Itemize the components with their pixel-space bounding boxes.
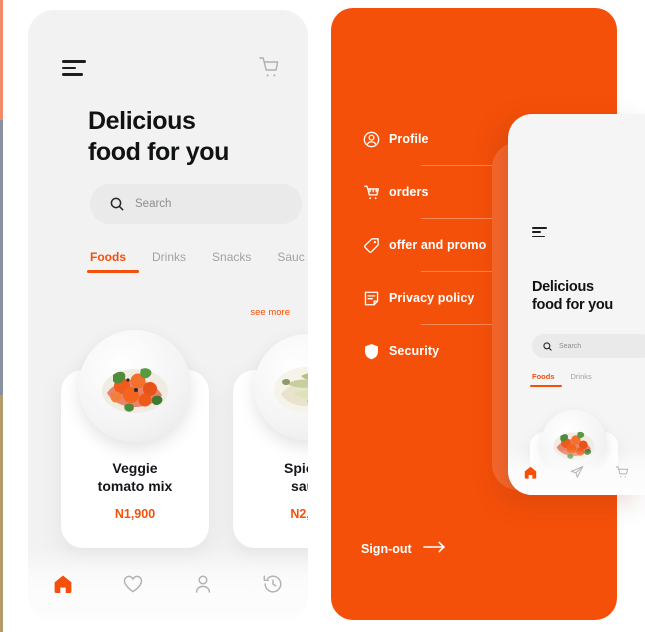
left-phone-screen: Delicious food for you Search Foods Drin… bbox=[28, 10, 308, 620]
food-card-name-line2: tomato mix bbox=[97, 477, 173, 494]
cart-icon bbox=[615, 465, 629, 477]
menu-item-label: Privacy policy bbox=[389, 291, 475, 305]
cart-icon[interactable] bbox=[258, 56, 280, 80]
home-icon bbox=[525, 466, 537, 479]
tab-snacks[interactable]: Snacks bbox=[212, 250, 251, 273]
category-tabs: Foods Drinks Snacks Sauc bbox=[87, 250, 308, 273]
menu-item-label: offer and promo bbox=[389, 238, 487, 252]
food-card-price: N2,30 bbox=[290, 507, 308, 521]
tag-icon bbox=[363, 237, 389, 254]
food-card-price: N1,900 bbox=[114, 507, 156, 521]
left-phone-topbar bbox=[28, 50, 308, 90]
food-card[interactable]: Veggie tomato mix N1,900 bbox=[61, 330, 209, 548]
food-image-veggie-tomato-mix bbox=[102, 368, 168, 413]
food-card-name: Spicy f sauc bbox=[233, 460, 308, 495]
hamburger-icon[interactable] bbox=[62, 60, 86, 78]
hamburger-icon[interactable] bbox=[532, 227, 547, 238]
mini-search-placeholder: Search bbox=[559, 342, 582, 350]
mini-nav-cart[interactable] bbox=[599, 465, 645, 480]
menu-item-label: Profile bbox=[389, 132, 429, 146]
person-icon bbox=[195, 575, 211, 593]
search-icon bbox=[543, 341, 552, 351]
mini-category-tabs: Foods Drinks bbox=[530, 372, 592, 387]
see-more-link[interactable]: see more bbox=[250, 307, 290, 318]
nav-history[interactable] bbox=[238, 573, 308, 595]
heart-icon bbox=[123, 575, 143, 593]
menu-item-label: orders bbox=[389, 185, 429, 199]
tab-drinks[interactable]: Drinks bbox=[152, 250, 186, 273]
menu-item-label: Security bbox=[389, 344, 440, 358]
mini-search-input[interactable]: Search bbox=[532, 334, 645, 358]
food-plate bbox=[254, 334, 308, 440]
home-icon bbox=[54, 575, 72, 593]
mini-phone-preview: Delicious food for you Search Foods Drin… bbox=[508, 114, 645, 495]
sign-out-label: Sign-out bbox=[361, 542, 412, 556]
history-icon bbox=[263, 575, 282, 593]
food-card-name: Veggie tomato mix bbox=[61, 460, 209, 495]
tab-sauces[interactable]: Sauc bbox=[277, 250, 304, 273]
mini-bottom-navigation bbox=[508, 449, 645, 495]
shield-icon bbox=[363, 343, 389, 360]
food-card-name-line1: Veggie bbox=[112, 460, 158, 476]
mini-nav-send[interactable] bbox=[554, 465, 600, 479]
nav-home[interactable] bbox=[28, 573, 98, 595]
mini-tab-foods[interactable]: Foods bbox=[530, 372, 562, 387]
mini-page-title-line2: food for you bbox=[532, 296, 613, 313]
mini-tab-drinks[interactable]: Drinks bbox=[571, 372, 592, 387]
sign-out-button[interactable]: Sign-out bbox=[361, 540, 446, 558]
nav-profile[interactable] bbox=[168, 573, 238, 595]
food-card-name-line2: sauc bbox=[291, 477, 308, 494]
tab-foods[interactable]: Foods bbox=[87, 250, 139, 273]
search-placeholder: Search bbox=[135, 198, 172, 210]
mini-page-title: Delicious food for you bbox=[532, 279, 645, 314]
arrow-right-icon bbox=[422, 540, 446, 558]
mini-page-title-line1: Delicious bbox=[532, 279, 594, 295]
search-icon bbox=[110, 197, 124, 211]
adjacent-artboard-sliver bbox=[0, 0, 3, 632]
person-circle-icon bbox=[363, 131, 389, 148]
food-card[interactable]: Spicy f sauc N2,30 bbox=[233, 334, 308, 548]
cart-icon bbox=[363, 184, 389, 201]
document-icon bbox=[363, 290, 389, 307]
mini-nav-home[interactable] bbox=[508, 465, 554, 480]
food-card-name-line1: Spicy f bbox=[284, 460, 308, 476]
search-input[interactable]: Search bbox=[90, 184, 302, 224]
page-title: Delicious food for you bbox=[88, 106, 308, 167]
page-title-line2: food for you bbox=[88, 137, 230, 166]
food-card-list: Veggie tomato mix N1,900 Spi sa N2 bbox=[28, 328, 308, 548]
food-plate bbox=[79, 330, 191, 442]
page-title-line1: Delicious bbox=[88, 107, 196, 135]
nav-favourites[interactable] bbox=[98, 574, 168, 594]
food-image-spicy-fish-sauce bbox=[274, 367, 308, 413]
bottom-navigation bbox=[28, 548, 308, 620]
send-icon bbox=[570, 466, 583, 478]
